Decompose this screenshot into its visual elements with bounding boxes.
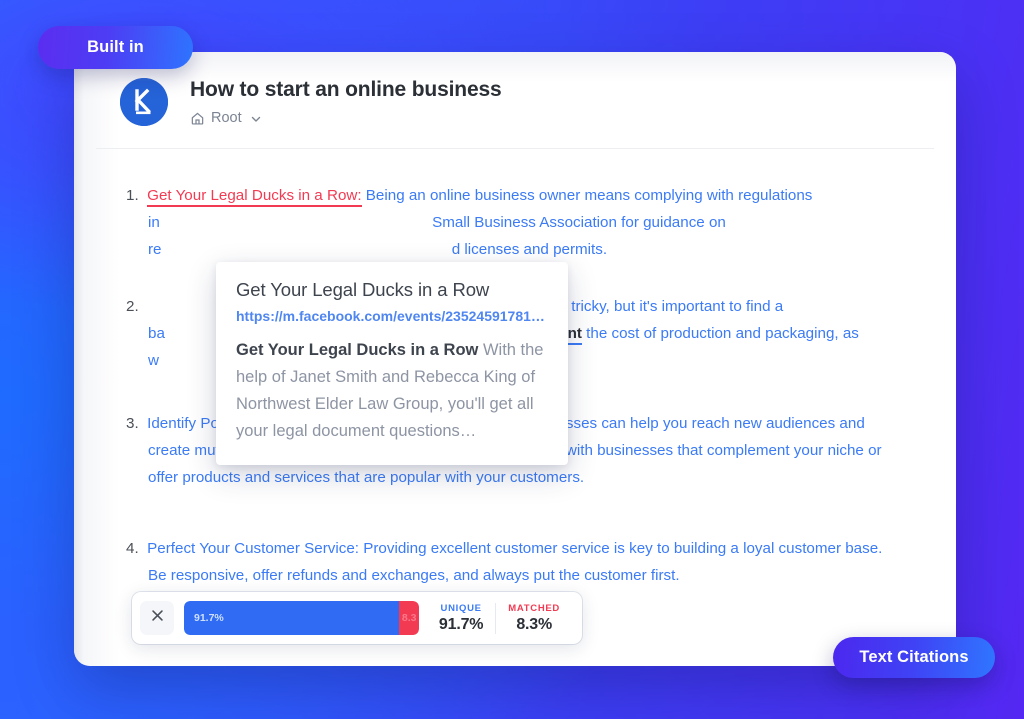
stat-unique: UNIQUE 91.7% — [427, 603, 495, 634]
close-icon — [151, 609, 164, 627]
card-header: How to start an online business Root — [74, 52, 956, 149]
para1-body2: in — [148, 214, 160, 231]
badge-built-in: Built in — [38, 26, 193, 69]
citation-link-legal-ducks[interactable]: Get Your Legal Ducks in a Row: — [147, 187, 362, 207]
list-item: 4. Perfect Your Customer Service: Provid… — [126, 535, 904, 589]
list-number: 1. — [126, 187, 139, 204]
home-icon — [190, 111, 205, 126]
para1-body5: d licenses and permits. — [451, 241, 608, 258]
uniqueness-meter[interactable]: 91.7% 8.3 — [184, 601, 419, 635]
page-title: How to start an online business — [190, 78, 502, 101]
plagiarism-stats-bar: 91.7% 8.3 UNIQUE 91.7% MATCHED 8.3% — [132, 592, 582, 644]
list-item: 1. Get Your Legal Ducks in a Row: Being … — [126, 182, 904, 263]
para1-body4: re — [148, 241, 162, 258]
para2-body2: ba — [148, 325, 165, 342]
para1-body1: Being an online business owner means com… — [361, 187, 813, 204]
para2-body3: the cost of production and packaging, as — [581, 325, 859, 342]
citation-snippet-strong: Get Your Legal Ducks in a Row — [236, 341, 479, 360]
header-text-group: How to start an online business Root — [190, 76, 502, 126]
app-logo — [120, 78, 168, 126]
list-number: 4. — [126, 540, 139, 557]
citation-title: Get Your Legal Ducks in a Row — [236, 279, 490, 300]
list-number: 2. — [126, 298, 139, 315]
badge-text-citations: Text Citations — [833, 637, 995, 678]
breadcrumb[interactable]: Root — [190, 110, 502, 126]
meter-unique-segment: 91.7% — [184, 601, 400, 635]
para1-body3: Small Business Association for guidance … — [432, 214, 726, 231]
stat-matched-caption: MATCHED — [508, 602, 560, 614]
meter-matched-segment: 8.3 — [399, 601, 419, 635]
document-card: How to start an online business Root 1. … — [74, 52, 956, 666]
para4-text: Perfect Your Customer Service: Providing… — [147, 540, 883, 584]
breadcrumb-label: Root — [211, 110, 242, 127]
chevron-down-icon[interactable] — [250, 113, 262, 125]
stat-unique-value: 91.7% — [438, 615, 484, 633]
citation-tooltip: Get Your Legal Ducks in a Row https://m.… — [216, 262, 568, 466]
k-logo-icon — [120, 78, 168, 126]
stat-unique-caption: UNIQUE — [440, 602, 482, 614]
close-button[interactable] — [140, 601, 174, 635]
header-divider — [96, 148, 934, 149]
citation-snippet: Get Your Legal Ducks in a Row With the h… — [236, 337, 548, 445]
stat-matched-value: 8.3% — [516, 615, 552, 633]
stat-matched: MATCHED 8.3% — [495, 602, 572, 634]
para2-body4: w — [148, 352, 159, 369]
citation-url[interactable]: https://m.facebook.com/events/2352459178… — [236, 308, 548, 324]
list-number: 3. — [126, 415, 139, 432]
